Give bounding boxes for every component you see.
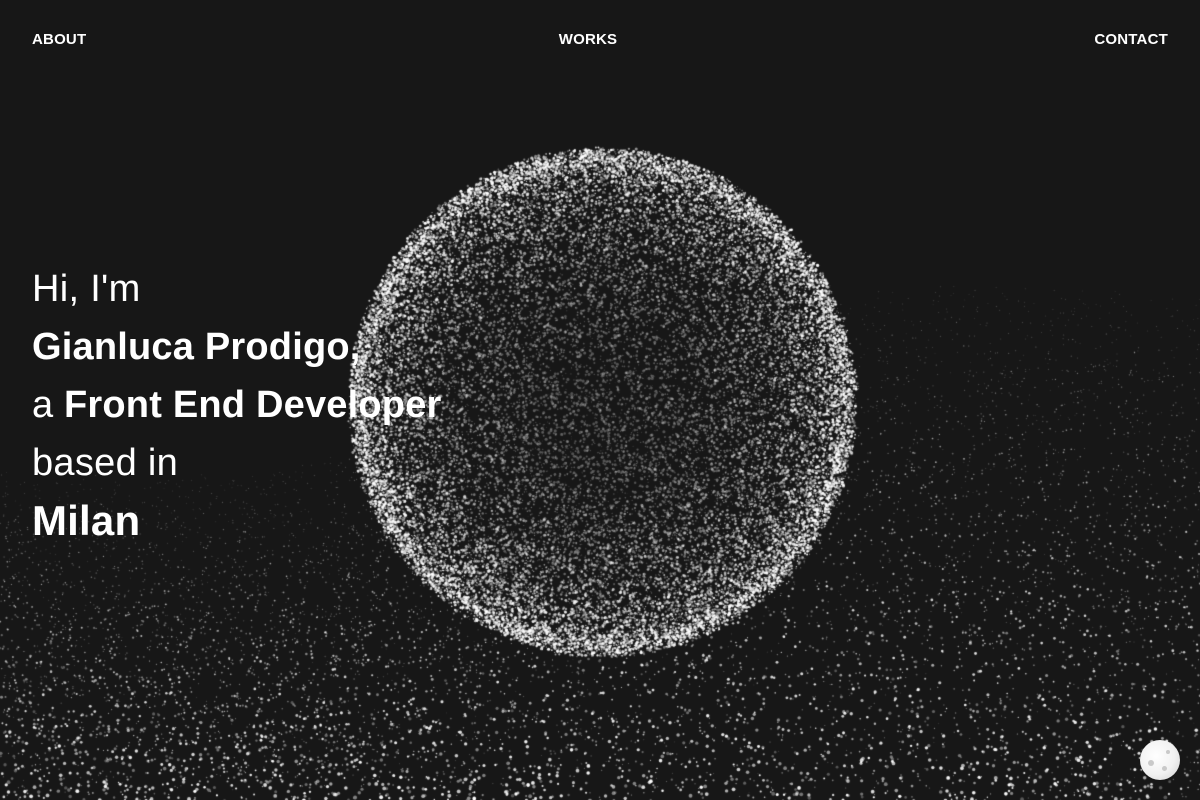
- hero-greeting: Hi, I'm: [32, 268, 141, 310]
- hero-role-prefix: a: [32, 384, 54, 426]
- nav-contact-link[interactable]: CONTACT: [1094, 31, 1168, 48]
- moon-crater: [1162, 766, 1167, 771]
- hero-intro: Hi, I'm Gianluca Prodigo, a Front End De…: [32, 260, 652, 550]
- nav-works-link[interactable]: WORKS: [559, 31, 618, 48]
- moon-crater: [1166, 750, 1170, 754]
- moon-icon[interactable]: [1140, 740, 1180, 780]
- hero-section: ABOUT WORKS CONTACT Hi, I'm Gianluca Pro…: [0, 0, 1200, 800]
- hero-role: Front End Developer: [64, 384, 442, 426]
- moon-crater: [1148, 760, 1154, 766]
- nav-about-link[interactable]: ABOUT: [32, 31, 86, 48]
- hero-city: Milan: [32, 497, 141, 544]
- hero-name: Gianluca Prodigo,: [32, 326, 361, 368]
- hero-role-line: a Front End Developer: [32, 376, 652, 434]
- hero-location-prefix: based in: [32, 442, 179, 484]
